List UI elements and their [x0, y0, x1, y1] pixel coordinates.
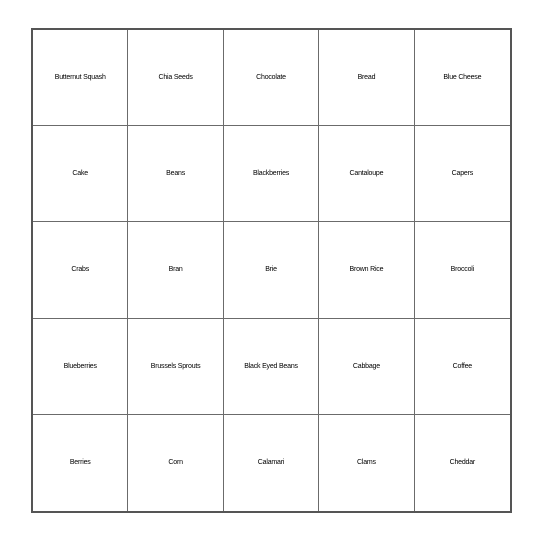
bingo-cell[interactable]: Berries [33, 414, 129, 511]
bingo-cell[interactable]: Cantaloupe [319, 126, 415, 223]
bingo-cell[interactable]: Blue Cheese [414, 30, 511, 127]
bingo-cell[interactable]: Corn [128, 414, 224, 511]
bingo-cell-label: Corn [168, 459, 183, 467]
bingo-cell[interactable]: Blueberries [33, 318, 129, 415]
bingo-cell-label: Bread [357, 74, 376, 82]
bingo-row: Crabs Bran Brie Brown Rice Broccoli [33, 222, 511, 319]
bingo-cell[interactable]: Bran [128, 222, 224, 319]
bingo-cell-label: Blueberries [63, 362, 97, 370]
bingo-cell[interactable]: Cake [33, 126, 129, 223]
bingo-cell[interactable]: Brie [223, 222, 320, 319]
bingo-cell-label: Brie [265, 266, 277, 274]
bingo-cell[interactable]: Black Eyed Beans [223, 318, 320, 415]
bingo-cell-label: Blue Cheese [443, 74, 482, 82]
bingo-cell[interactable]: Broccoli [414, 222, 511, 319]
bingo-cell[interactable]: Chocolate [223, 30, 320, 127]
bingo-cell-label: Crabs [71, 266, 90, 274]
bingo-cell[interactable]: Cheddar [414, 414, 511, 511]
bingo-cell[interactable]: Calamari [223, 414, 320, 511]
bingo-cell[interactable]: Brown Rice [319, 222, 415, 319]
bingo-cell-label: Berries [69, 459, 91, 467]
bingo-cell-label: Cake [72, 170, 88, 178]
bingo-row: Berries Corn Calamari Clams Cheddar [33, 414, 511, 511]
bingo-cell[interactable]: Chia Seeds [128, 30, 224, 127]
bingo-cell-label: Brussels Sprouts [150, 362, 201, 370]
bingo-cell-label: Blackberries [252, 170, 290, 178]
bingo-cell[interactable]: Crabs [33, 222, 129, 319]
bingo-cell[interactable]: Bread [319, 30, 415, 127]
bingo-cell[interactable]: Butternut Squash [33, 30, 129, 127]
bingo-cell[interactable]: Capers [414, 126, 511, 223]
bingo-cell-label: Calamari [257, 459, 285, 467]
bingo-cell-label: Chia Seeds [158, 74, 193, 82]
bingo-cell-label: Coffee [452, 362, 473, 370]
bingo-cell-label: Broccoli [450, 266, 474, 274]
bingo-cell[interactable]: Coffee [414, 318, 511, 415]
bingo-cell[interactable]: Cabbage [319, 318, 415, 415]
bingo-cell[interactable]: Beans [128, 126, 224, 223]
bingo-row: Butternut Squash Chia Seeds Chocolate Bread… [33, 30, 511, 127]
bingo-cell[interactable]: Clams [319, 414, 415, 511]
bingo-cell-label: Bran [168, 266, 183, 274]
bingo-cell-label: Capers [451, 170, 474, 178]
bingo-row: Cake Beans Blackberries Cantaloupe Capers [33, 126, 511, 223]
bingo-cell-label: Beans [166, 170, 186, 178]
bingo-cell-label: Cantaloupe [349, 170, 384, 178]
bingo-cell-label: Clams [357, 459, 376, 467]
bingo-cell-label: Cheddar [449, 459, 476, 467]
bingo-cell-label: Cabbage [352, 362, 380, 370]
bingo-cell[interactable]: Blackberries [223, 126, 320, 223]
bingo-cell-label: Chocolate [256, 74, 286, 82]
bingo-cell-label: Black Eyed Beans [244, 362, 298, 370]
bingo-cell-label: Butternut Squash [54, 74, 106, 82]
bingo-row: Blueberries Brussels Sprouts Black Eyed Be… [33, 318, 511, 415]
bingo-cell-label: Brown Rice [349, 266, 384, 274]
bingo-card: Butternut Squash Chia Seeds Chocolate Bread… [31, 28, 512, 513]
bingo-cell[interactable]: Brussels Sprouts [128, 318, 224, 415]
